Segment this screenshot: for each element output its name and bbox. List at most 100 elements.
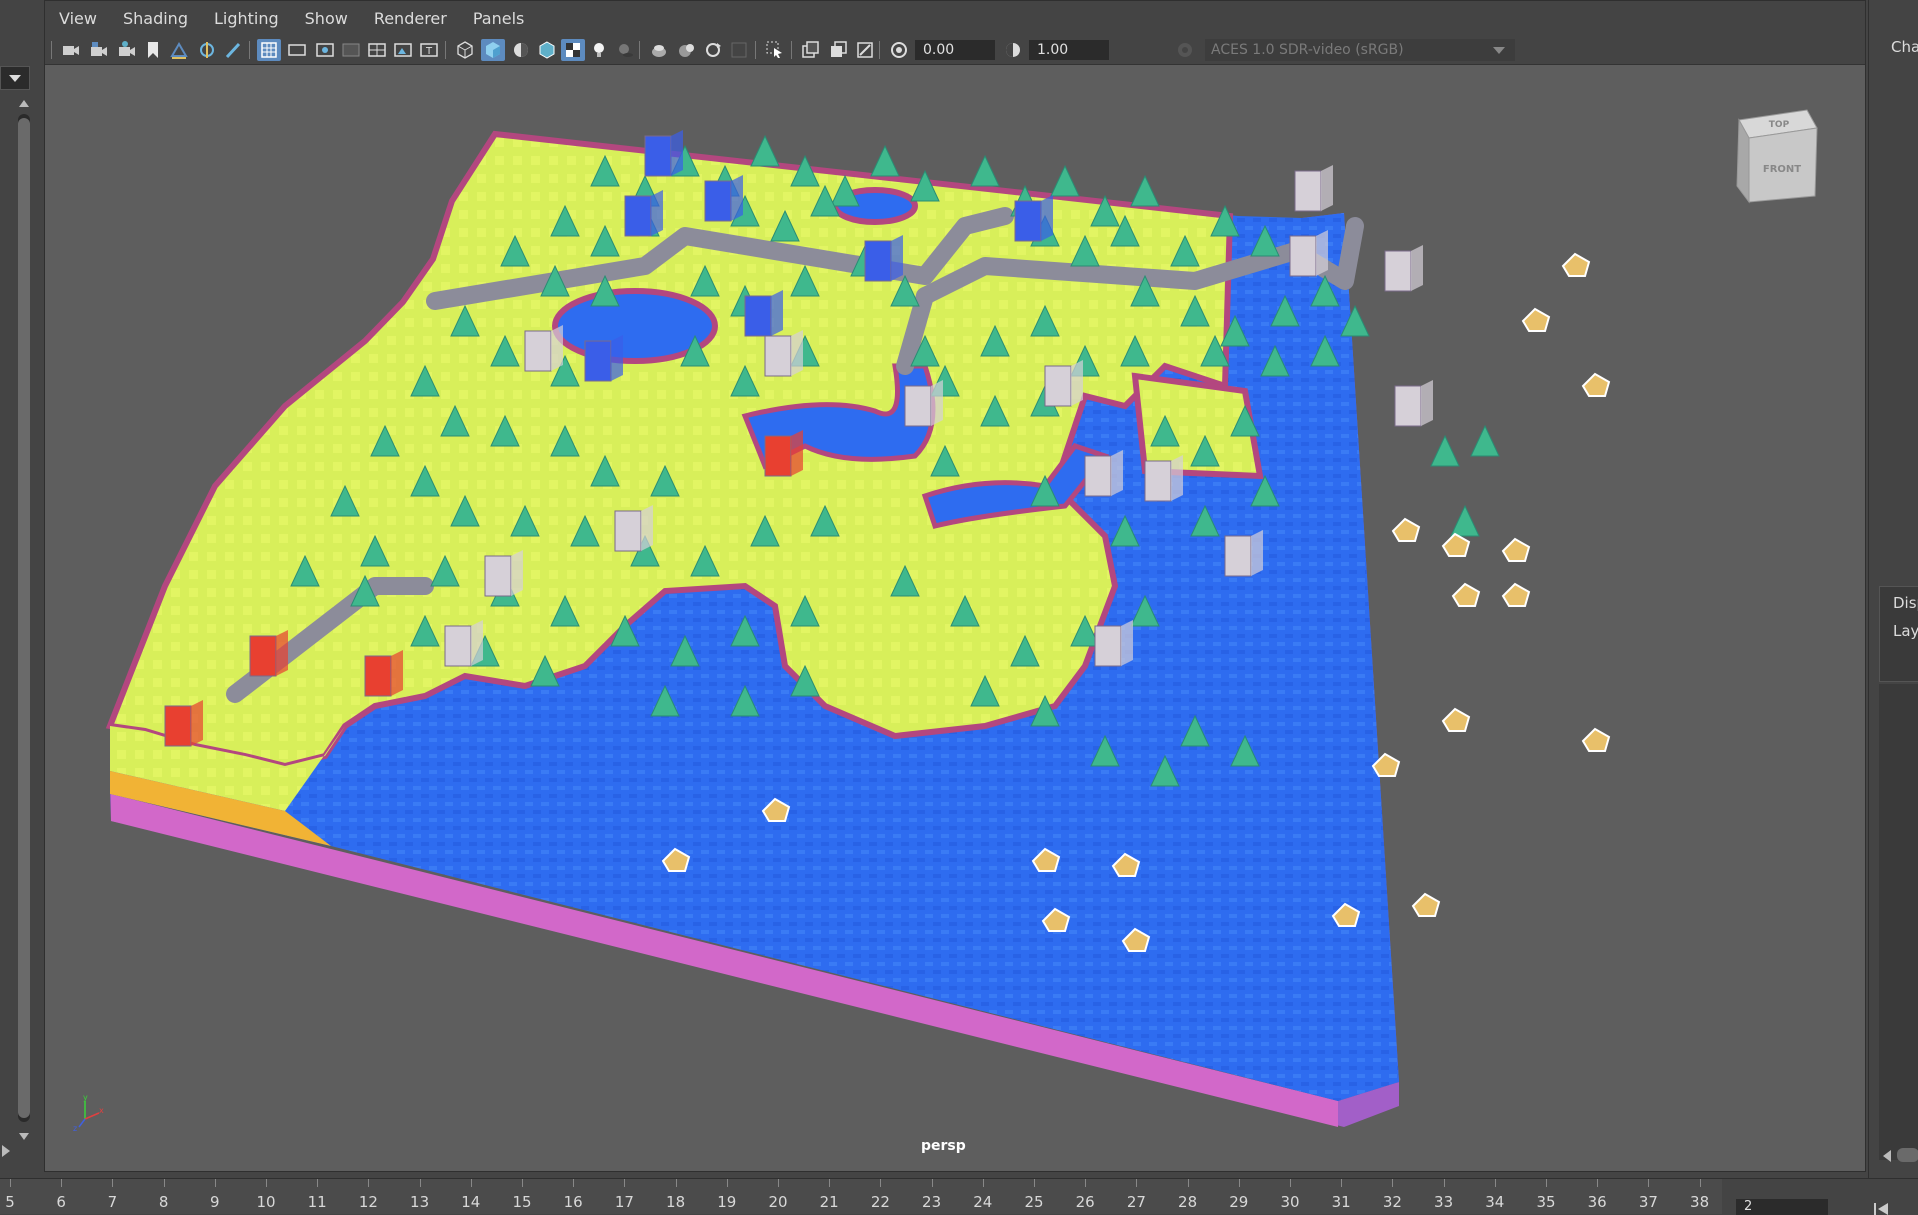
safe-action-icon[interactable] <box>391 39 415 61</box>
xray-active-icon[interactable] <box>675 39 699 61</box>
panel-dropdown-button[interactable] <box>0 66 30 90</box>
timeline-tick-label: 30 <box>1280 1193 1300 1211</box>
expand-arrow-icon[interactable] <box>2 1145 10 1157</box>
timeline-tick-label: 33 <box>1434 1193 1454 1211</box>
timeline-tick-label: 37 <box>1638 1193 1658 1211</box>
scroll-left-icon[interactable] <box>1883 1150 1891 1162</box>
menu-show[interactable]: Show <box>305 9 348 28</box>
grid-icon[interactable] <box>257 39 281 61</box>
wireframe-icon[interactable] <box>453 39 477 61</box>
timeline-tick-label: 7 <box>107 1193 118 1211</box>
timeline-tick-label: 8 <box>158 1193 169 1211</box>
resolution-gate-icon[interactable] <box>313 39 337 61</box>
time-ruler[interactable]: 5 6 7 8 9 10 11 12 13 14 15 16 17 18 19 20 21 22 23 24 25 26 2… <box>0 1179 1722 1214</box>
time-slider[interactable]: 5 6 7 8 9 10 11 12 13 14 15 16 17 18 19 20 21 22 23 24 25 26 2… <box>0 1178 1918 1215</box>
timeline-tick-label: 5 <box>5 1193 15 1211</box>
viewcube-front-label[interactable]: FRONT <box>1763 164 1801 175</box>
timeline-tick <box>419 1179 421 1187</box>
use-lights-icon[interactable] <box>509 39 533 61</box>
hud-icon[interactable] <box>799 39 823 61</box>
toolbar-separator <box>791 41 792 59</box>
chevron-down-icon <box>1493 47 1505 54</box>
timeline-tick-label: 23 <box>922 1193 942 1211</box>
menu-shading[interactable]: Shading <box>123 9 188 28</box>
timeline-tick <box>1341 1179 1343 1187</box>
building-icon <box>904 380 943 427</box>
camera-icon[interactable] <box>59 39 83 61</box>
exposure-field[interactable]: 0.00 <box>915 40 995 60</box>
building-icon <box>1094 620 1133 667</box>
menu-renderer[interactable]: Renderer <box>374 9 447 28</box>
camera-lock-icon[interactable] <box>87 39 111 61</box>
display-tab[interactable]: Disp <box>1893 594 1918 612</box>
wireframe-on-shaded-icon[interactable] <box>535 39 559 61</box>
horizontal-scroll-thumb[interactable] <box>1897 1148 1918 1162</box>
layers-menu[interactable]: Laye <box>1893 622 1918 640</box>
timeline-tick <box>522 1179 523 1187</box>
scroll-down-icon[interactable] <box>19 1133 29 1140</box>
timeline-tick <box>317 1179 319 1187</box>
color-space-dropdown[interactable]: ACES 1.0 SDR-video (sRGB) <box>1205 39 1515 61</box>
building-icon <box>1144 455 1183 502</box>
gamma-field[interactable]: 1.00 <box>1029 40 1109 60</box>
smooth-shade-icon[interactable] <box>481 39 505 61</box>
timeline-tick-label: 26 <box>1075 1193 1095 1211</box>
image-plane-icon[interactable] <box>167 39 191 61</box>
building-icon <box>764 430 803 477</box>
aa-icon[interactable] <box>853 39 877 61</box>
viewcube-top-label[interactable]: TOP <box>1769 120 1790 130</box>
scrollbar-thumb[interactable] <box>18 118 30 1118</box>
select-icon[interactable] <box>763 39 787 61</box>
safe-title-icon[interactable]: T <box>417 39 441 61</box>
gamma-icon[interactable] <box>1001 39 1025 61</box>
color-mgmt-icon[interactable] <box>1173 39 1197 61</box>
svg-text:z: z <box>73 1124 77 1131</box>
building-icon <box>444 620 483 667</box>
timeline-tick-label: 21 <box>819 1193 839 1211</box>
building-icon <box>364 650 403 697</box>
timeline-tick <box>880 1179 882 1187</box>
timeline-tick-label: 16 <box>563 1193 583 1211</box>
timeline-tick <box>726 1179 728 1187</box>
film-gate-icon[interactable] <box>285 39 309 61</box>
building-icon <box>584 335 623 382</box>
shadows-icon[interactable] <box>613 39 637 61</box>
bookmark-icon[interactable] <box>141 39 165 61</box>
scene-render[interactable] <box>45 66 1867 1173</box>
scroll-up-icon[interactable] <box>19 100 29 107</box>
motion-blur-icon[interactable] <box>827 39 851 61</box>
grease-pencil-icon[interactable] <box>221 39 245 61</box>
isolate-icon[interactable] <box>727 39 751 61</box>
2d-pan-icon[interactable] <box>195 39 219 61</box>
left-scrollbar[interactable] <box>16 100 32 1140</box>
field-chart-icon[interactable] <box>365 39 389 61</box>
layer-list[interactable] <box>1879 684 1918 1160</box>
rock-icon <box>1441 707 1471 732</box>
toolbar-separator <box>755 41 756 59</box>
view-cube[interactable]: TOP FRONT <box>1727 102 1827 212</box>
textured-icon[interactable] <box>561 39 585 61</box>
xray-joints-icon[interactable] <box>701 39 725 61</box>
exposure-icon[interactable] <box>887 39 911 61</box>
use-all-lights-icon[interactable] <box>587 39 611 61</box>
3d-viewport[interactable]: TOP FRONT y x z persp <box>45 66 1867 1173</box>
toolbar-separator <box>445 41 446 59</box>
channel-box-tab[interactable]: Char <box>1891 38 1918 56</box>
building-icon <box>1224 530 1263 577</box>
timeline-tick <box>1546 1179 1547 1187</box>
timeline-tick <box>1699 1179 1701 1187</box>
menu-view[interactable]: View <box>59 9 97 28</box>
tree-icon <box>1430 434 1460 467</box>
gate-mask-icon[interactable] <box>339 39 363 61</box>
rock-icon <box>1561 252 1591 277</box>
xray-icon[interactable] <box>647 39 671 61</box>
timeline-tick <box>1136 1179 1138 1187</box>
menu-lighting[interactable]: Lighting <box>214 9 279 28</box>
menu-panels[interactable]: Panels <box>473 9 525 28</box>
tree-icon <box>1050 164 1080 197</box>
timeline-tick <box>368 1179 370 1187</box>
camera-attr-icon[interactable] <box>115 39 139 61</box>
building-icon <box>1084 450 1123 497</box>
timeline-tick <box>112 1179 114 1187</box>
timeline-tick <box>931 1179 933 1187</box>
